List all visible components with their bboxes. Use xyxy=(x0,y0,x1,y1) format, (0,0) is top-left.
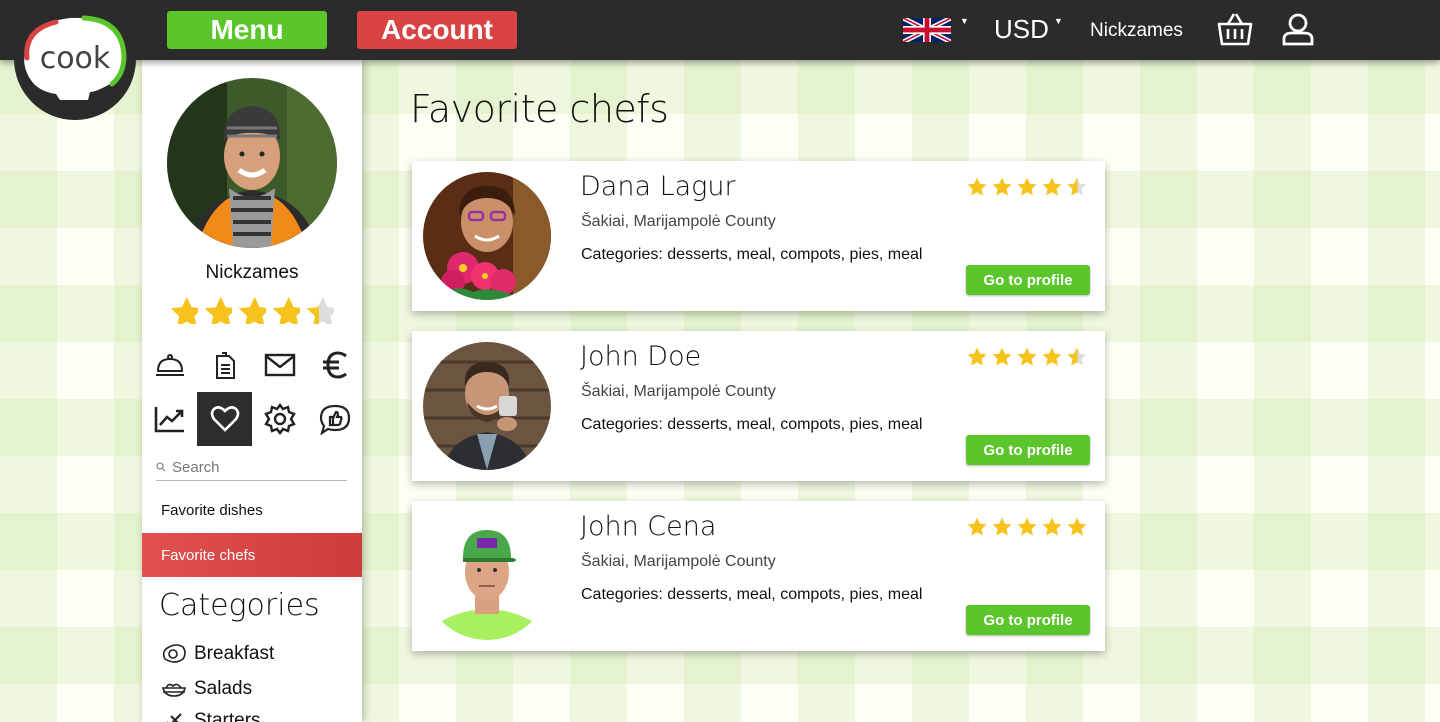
chef-card: John Doe Šakiai, Marijampolė County Cate… xyxy=(412,331,1105,481)
currency-dropdown-icon[interactable]: ▼ xyxy=(1054,16,1063,26)
language-dropdown-icon[interactable]: ▼ xyxy=(960,16,969,26)
menu-button[interactable]: Menu xyxy=(167,11,327,49)
user-avatar[interactable] xyxy=(167,78,337,248)
categories-heading: Categories xyxy=(159,588,320,623)
chef-name[interactable]: John Cena xyxy=(580,511,716,542)
chart-icon[interactable] xyxy=(142,392,197,446)
star-icon xyxy=(236,294,266,324)
chef-photo[interactable] xyxy=(423,342,551,470)
chef-name[interactable]: Dana Lagur xyxy=(580,171,736,202)
go-to-profile-button[interactable]: Go to profile xyxy=(966,435,1090,465)
chat-like-icon[interactable] xyxy=(307,392,362,446)
star-icon xyxy=(1016,176,1039,199)
category-salads[interactable]: Salads xyxy=(161,678,252,700)
go-to-profile-button[interactable]: Go to profile xyxy=(966,605,1090,635)
half-star-icon xyxy=(1066,176,1089,199)
top-bar: Menu Account ▼ USD ▼ Nickzames xyxy=(0,0,1440,60)
go-to-profile-button[interactable]: Go to profile xyxy=(966,265,1090,295)
chef-location: Šakiai, Marijampolė County xyxy=(581,383,776,400)
chef-location: Šakiai, Marijampolė County xyxy=(581,553,776,570)
sidebar-search-field[interactable]: Search xyxy=(156,454,347,481)
heart-icon[interactable] xyxy=(197,392,252,446)
orders-cloche-icon[interactable] xyxy=(142,338,197,392)
chef-categories: Categories: desserts, meal, compots, pie… xyxy=(581,416,923,433)
search-icon xyxy=(156,462,166,472)
chef-categories: Categories: desserts, meal, compots, pie… xyxy=(581,586,923,603)
half-star-icon xyxy=(1066,346,1089,369)
user-icon[interactable] xyxy=(1281,12,1315,46)
page-title: Favorite chefs xyxy=(410,87,669,131)
user-rating xyxy=(168,294,334,324)
half-star-icon xyxy=(304,294,334,324)
category-breakfast[interactable]: Breakfast xyxy=(161,643,274,665)
chef-rating xyxy=(966,176,1089,199)
category-label: Salads xyxy=(194,678,253,699)
starters-icon xyxy=(167,713,182,722)
star-icon xyxy=(991,346,1014,369)
chef-card: John Cena Šakiai, Marijampolė County Cat… xyxy=(412,501,1105,651)
chef-name[interactable]: John Doe xyxy=(580,341,701,372)
chef-photo[interactable] xyxy=(423,172,551,300)
mail-icon[interactable] xyxy=(252,338,307,392)
category-label: Starters xyxy=(194,710,261,722)
star-icon xyxy=(1016,346,1039,369)
uk-flag-icon[interactable] xyxy=(903,17,951,43)
star-icon xyxy=(1041,176,1064,199)
star-icon xyxy=(1041,346,1064,369)
star-icon xyxy=(1066,516,1089,539)
account-button[interactable]: Account xyxy=(357,11,517,49)
star-icon xyxy=(966,516,989,539)
basket-icon[interactable] xyxy=(1217,12,1253,46)
category-label: Breakfast xyxy=(194,643,275,664)
euro-icon[interactable] xyxy=(307,338,362,392)
currency-selector[interactable]: USD xyxy=(994,14,1049,45)
salad-bowl-icon xyxy=(161,683,187,697)
star-icon xyxy=(1041,516,1064,539)
chef-categories: Categories: desserts, meal, compots, pie… xyxy=(581,246,923,263)
star-icon xyxy=(202,294,232,324)
sidebar-item-favorite-dishes[interactable]: Favorite dishes xyxy=(142,488,362,532)
star-icon xyxy=(991,516,1014,539)
cook-logo[interactable]: cook xyxy=(14,0,136,120)
search-placeholder: Search xyxy=(172,458,220,476)
sidebar: Nickzames Search Favorite dishes Favorit… xyxy=(142,60,362,722)
sidebar-item-favorite-chefs[interactable]: Favorite chefs xyxy=(142,533,362,577)
topbar-username[interactable]: Nickzames xyxy=(1090,20,1183,42)
star-icon xyxy=(966,176,989,199)
star-icon xyxy=(270,294,300,324)
star-icon xyxy=(1016,516,1039,539)
sidebar-username: Nickzames xyxy=(205,262,299,283)
document-icon[interactable] xyxy=(197,338,252,392)
logo-text: cook xyxy=(40,41,111,76)
chef-rating xyxy=(966,346,1089,369)
category-starters[interactable]: Starters xyxy=(161,710,261,722)
star-icon xyxy=(966,346,989,369)
chef-location: Šakiai, Marijampolė County xyxy=(581,213,776,230)
star-icon xyxy=(168,294,198,324)
chef-rating xyxy=(966,516,1089,539)
egg-icon xyxy=(162,644,186,663)
star-icon xyxy=(991,176,1014,199)
gear-icon[interactable] xyxy=(252,392,307,446)
chef-card: Dana Lagur Šakiai, Marijampolė County Ca… xyxy=(412,161,1105,311)
chef-photo[interactable] xyxy=(423,512,551,640)
